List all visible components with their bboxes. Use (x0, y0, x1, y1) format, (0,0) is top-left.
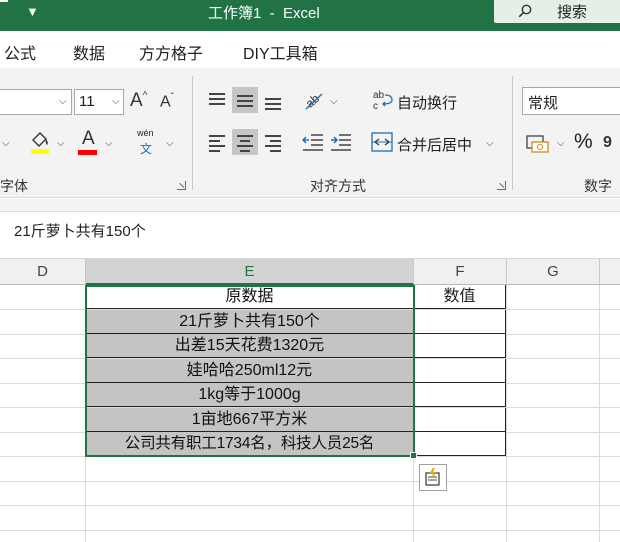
value-cell[interactable] (414, 408, 506, 432)
column-header-g[interactable]: G (507, 259, 600, 285)
tab-formulas[interactable]: 公式 (4, 40, 36, 64)
alignment-dialog-launcher-icon[interactable] (497, 181, 506, 190)
chevron-down-icon[interactable]: ⌵ (330, 96, 338, 107)
comma-style-icon[interactable]: 9 (602, 132, 620, 152)
align-center-button[interactable] (232, 129, 258, 155)
formula-content: 21斤萝卜共有150个 (14, 223, 146, 240)
table-header-source[interactable]: 原数据 (86, 285, 413, 309)
align-left-button[interactable] (204, 129, 230, 155)
number-format-value: 常规 (528, 95, 559, 112)
shrink-font-icon[interactable]: Aˇ (160, 92, 174, 111)
column-header-f[interactable]: F (414, 259, 507, 285)
search-box[interactable]: 搜索 (494, 0, 620, 23)
align-top-button[interactable] (204, 87, 230, 113)
chevron-down-icon[interactable]: ⌵ (57, 138, 65, 149)
table-row[interactable]: 娃哈哈250ml12元 (86, 359, 413, 383)
tab-diy-toolbox[interactable]: DIY工具箱 (243, 40, 318, 64)
chevron-down-icon[interactable]: ⌵ (486, 138, 494, 149)
number-group-label: 数字 (584, 178, 612, 194)
align-bottom-button[interactable] (260, 87, 286, 113)
table-header-value[interactable]: 数值 (414, 285, 506, 309)
value-cell[interactable] (414, 383, 506, 407)
increase-indent-icon[interactable] (330, 132, 352, 152)
table-row[interactable]: 出差15天花费1320元 (86, 334, 413, 358)
value-cell[interactable] (414, 432, 506, 456)
font-size-box[interactable]: 11 ⌵ (74, 89, 124, 115)
value-cell[interactable] (414, 334, 506, 358)
chevron-down-icon[interactable]: ⌵ (166, 138, 174, 149)
quick-access-separator (0, 0, 8, 2)
alignment-group-label: 对齐方式 (310, 178, 366, 194)
column-header-e[interactable]: E (86, 259, 414, 285)
quick-analysis-icon (425, 468, 440, 486)
table-row[interactable]: 1亩地667平方米 (86, 408, 413, 432)
ribbon: ⌵ 11 ⌵ A^ Aˇ ⌵ ⌵ A ⌵ wén 文 ⌵ 字体 ab ⌵ ab … (0, 68, 620, 198)
chevron-down-icon: ⌵ (59, 96, 67, 107)
decrease-indent-icon[interactable] (302, 132, 324, 152)
border-dropdown-icon[interactable]: ⌵ (2, 138, 10, 149)
column-header-h[interactable] (600, 259, 620, 285)
wrap-text-icon[interactable]: ab c (373, 89, 393, 111)
align-middle-button[interactable] (232, 87, 258, 113)
font-color-swatch (78, 150, 97, 155)
svg-text:ab: ab (373, 90, 385, 101)
chevron-down-icon: ⌵ (112, 96, 120, 107)
fill-handle[interactable] (410, 452, 417, 459)
phonetic-guide-icon[interactable]: 文 (140, 140, 152, 157)
percent-style-button[interactable]: % (574, 130, 593, 154)
table-row[interactable]: 公司共有职工1734名，科技人员25名 (86, 432, 413, 456)
value-cell[interactable] (414, 359, 506, 383)
search-icon (518, 4, 532, 18)
value-cell[interactable] (414, 310, 506, 334)
merge-center-button[interactable]: 合并后居中 (397, 134, 472, 155)
font-name-box[interactable]: ⌵ (0, 89, 72, 115)
customize-quick-access-icon[interactable]: ▼ (26, 4, 39, 19)
svg-text:ab: ab (303, 91, 322, 111)
search-label: 搜索 (557, 4, 588, 21)
ribbon-tabs: 公式 数据 方方格子 DIY工具箱 (0, 31, 620, 68)
table-row[interactable]: 21斤萝卜共有150个 (86, 310, 413, 334)
column-headers: D E F G (0, 258, 620, 285)
chevron-down-icon[interactable]: ⌵ (105, 138, 113, 149)
align-right-button[interactable] (260, 129, 286, 155)
grow-font-icon[interactable]: A^ (130, 90, 147, 112)
phonetic-guide-top[interactable]: wén (137, 128, 154, 138)
formula-input[interactable]: 21斤萝卜共有150个 (0, 211, 620, 244)
font-size-value: 11 (79, 93, 95, 110)
font-dialog-launcher-icon[interactable] (177, 181, 186, 190)
formula-bar: 21斤萝卜共有150个 (0, 199, 620, 244)
number-format-box[interactable]: 常规 (522, 87, 620, 115)
accounting-format-icon[interactable] (526, 133, 550, 153)
table-row[interactable]: 1kg等于1000g (86, 383, 413, 407)
font-color-icon[interactable]: A (82, 128, 95, 150)
orientation-icon[interactable]: ab (302, 88, 326, 112)
column-header-d[interactable]: D (0, 259, 86, 285)
tab-fangfang[interactable]: 方方格子 (139, 40, 203, 64)
group-separator (192, 76, 193, 190)
window-title: 工作簿1 - Excel (208, 5, 320, 22)
title-bar: ▼ 工作簿1 - Excel 搜索 (0, 0, 620, 31)
wrap-text-button[interactable]: 自动换行 (397, 92, 457, 113)
svg-text:c: c (373, 101, 378, 111)
fill-color-icon[interactable] (29, 129, 51, 155)
font-group-label: 字体 (0, 178, 28, 194)
merge-center-icon[interactable] (371, 132, 393, 152)
svg-text:9: 9 (603, 134, 612, 151)
group-separator (512, 76, 513, 190)
quick-analysis-button[interactable] (419, 464, 447, 491)
chevron-down-icon[interactable]: ⌵ (557, 138, 565, 149)
tab-data[interactable]: 数据 (73, 40, 105, 64)
worksheet-grid[interactable]: 原数据 21斤萝卜共有150个 出差15天花费1320元 娃哈哈250ml12元… (0, 285, 620, 542)
